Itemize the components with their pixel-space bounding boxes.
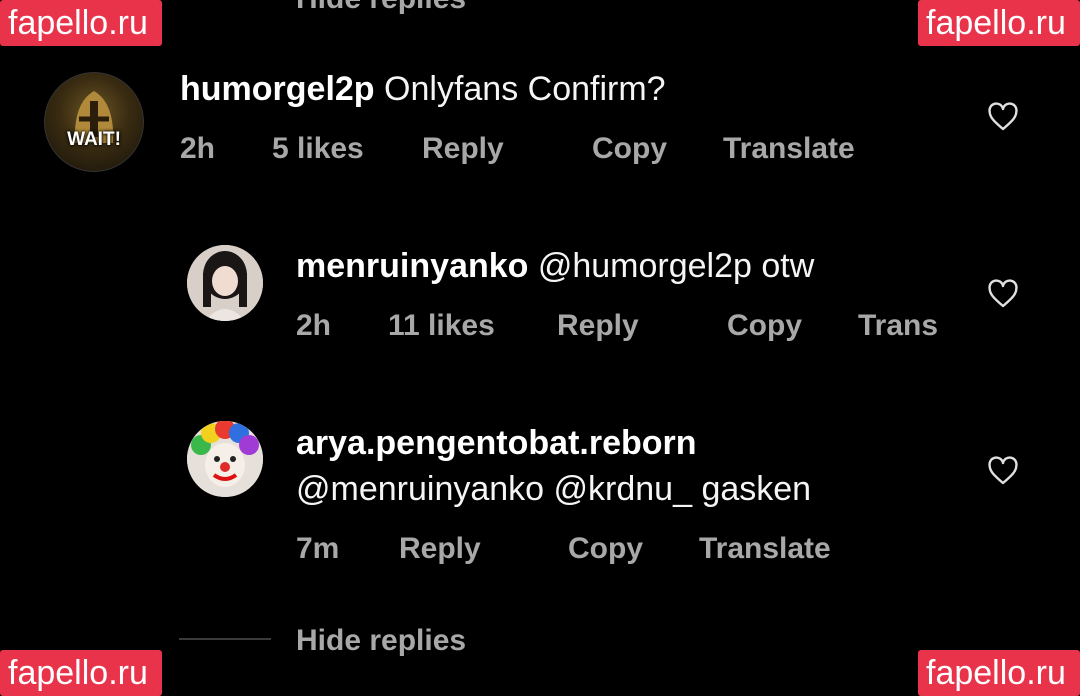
avatar[interactable] (187, 421, 263, 497)
avatar[interactable] (187, 245, 263, 321)
reply-button[interactable]: Reply (557, 309, 639, 343)
likes-count[interactable]: 5 likes (272, 132, 364, 166)
copy-button[interactable]: Copy (727, 309, 802, 343)
heart-icon[interactable] (986, 455, 1020, 487)
likes-count[interactable]: 11 likes (388, 309, 495, 343)
watermark-bottom-left: fapello.ru (0, 650, 162, 696)
reply-button[interactable]: Reply (399, 532, 481, 566)
translate-button[interactable]: Translate (723, 132, 855, 166)
hide-replies-top[interactable]: Hide replies (296, 0, 466, 16)
comment-text: @menruinyanko @krdnu_ gasken (296, 470, 812, 508)
comment-body: humorgel2p Onlyfans Confirm? (180, 70, 666, 109)
timestamp: 2h (296, 309, 332, 342)
clown-icon (187, 421, 263, 497)
copy-button[interactable]: Copy (568, 532, 643, 566)
avatar[interactable]: WAIT! (44, 72, 144, 172)
reply-button[interactable]: Reply (422, 132, 504, 166)
watermark-top-left: fapello.ru (0, 0, 162, 46)
comment-text: @humorgel2p otw (537, 247, 815, 285)
timestamp: 2h (180, 132, 216, 165)
copy-button[interactable]: Copy (592, 132, 667, 166)
translate-button[interactable]: Translate (699, 532, 831, 566)
translate-button[interactable]: Trans (858, 309, 938, 343)
avatar-caption: WAIT! (67, 129, 121, 150)
helmet-icon (74, 91, 114, 143)
comment-text: Onlyfans Confirm? (384, 70, 666, 108)
watermark-bottom-right: fapello.ru (918, 650, 1080, 696)
heart-icon[interactable] (986, 101, 1020, 133)
username[interactable]: arya.pengentobat.reborn (296, 424, 697, 462)
hide-replies-button[interactable]: Hide replies (296, 624, 466, 658)
watermark-top-right: fapello.ru (918, 0, 1080, 46)
replies-divider (179, 638, 271, 640)
username-line: arya.pengentobat.reborn (296, 424, 697, 463)
username[interactable]: humorgel2p (180, 70, 375, 108)
timestamp: 7m (296, 532, 340, 565)
comment-body: menruinyanko @humorgel2p otw (296, 247, 814, 286)
username[interactable]: menruinyanko (296, 247, 528, 285)
heart-icon[interactable] (986, 278, 1020, 310)
person-icon (187, 245, 263, 321)
